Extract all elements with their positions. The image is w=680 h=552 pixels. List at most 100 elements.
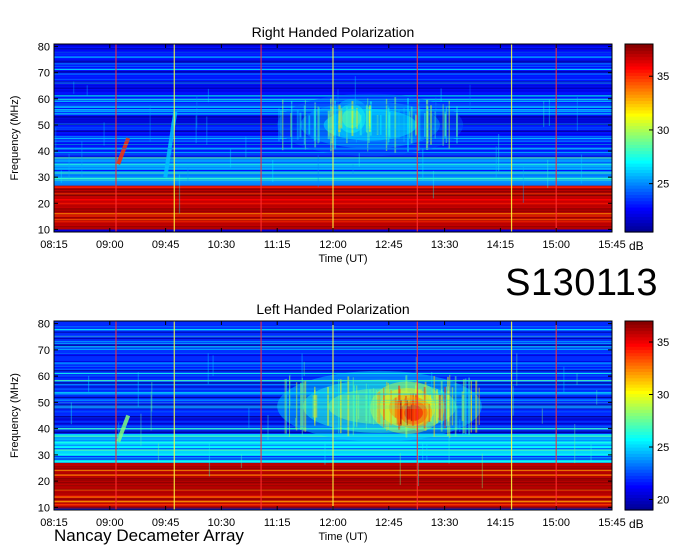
drift-streak	[358, 153, 360, 167]
drift-streak	[426, 443, 428, 462]
y-axis-label: Frequency (MHz)	[9, 96, 21, 181]
emission-striation	[280, 110, 282, 140]
y-tick-label: 50	[38, 120, 50, 132]
y-tick-label: 80	[38, 319, 50, 331]
x-tick-label: 09:45	[152, 239, 180, 251]
y-tick-label: 10	[38, 224, 50, 236]
drift-streak	[240, 453, 243, 468]
emission-striation	[296, 110, 299, 140]
drift-streak	[245, 136, 247, 158]
drift-streak	[481, 453, 483, 489]
colorbar-unit-label: dB	[629, 517, 644, 531]
drift-streak	[68, 153, 70, 179]
emission-striation	[304, 100, 306, 150]
drift-streak	[574, 423, 576, 464]
colorbar: 25 30 35 dB	[624, 43, 669, 253]
y-tick-label: 10	[38, 502, 50, 514]
drift-streak	[207, 88, 210, 103]
drift-streak	[580, 154, 583, 184]
emission-striation	[340, 108, 343, 129]
drift-streak	[522, 165, 525, 203]
drift-streak	[459, 418, 461, 432]
drift-streak	[118, 422, 120, 455]
spectrogram-data	[54, 321, 612, 510]
x-tick-label: 09:00	[96, 239, 124, 251]
drift-streak	[432, 170, 435, 199]
emission-striation	[308, 115, 311, 135]
emission-striation	[385, 98, 388, 151]
x-axis-label: Time (UT)	[318, 253, 367, 265]
y-tick-label: 20	[38, 198, 50, 210]
x-tick-label: 15:00	[542, 239, 570, 251]
drift-streak	[497, 134, 500, 172]
emission-striation	[408, 407, 411, 419]
emission-striation	[444, 111, 447, 139]
emission-striation	[400, 401, 402, 424]
x-tick-label: 14:15	[487, 517, 515, 529]
y-tick-label: 40	[38, 146, 50, 158]
y-tick-label: 60	[38, 371, 50, 383]
emission-striation	[396, 401, 399, 425]
emission-striation	[330, 98, 332, 152]
drift-streak	[301, 353, 303, 388]
drift-streak	[422, 148, 424, 181]
colorbar-tick-label: 25	[657, 179, 669, 191]
emission-striation	[380, 115, 382, 135]
drift-streak	[456, 406, 458, 431]
emission-striation	[448, 100, 450, 150]
x-tick-label: 12:45	[375, 517, 403, 529]
x-tick-label: 15:45	[598, 517, 626, 529]
spectrogram-panel-1: 08:15 09:00 09:45 10:30 11:15 12:00 12:45 13:30…	[9, 24, 669, 265]
drift-streak	[548, 99, 551, 127]
emission-striation	[282, 99, 284, 151]
drift-streak	[469, 84, 471, 111]
emission-striation	[351, 100, 354, 136]
y-axis-label: Frequency (MHz)	[9, 373, 21, 458]
drift-streak	[352, 164, 354, 175]
drift-streak	[60, 170, 62, 183]
drift-streak	[207, 353, 209, 385]
colorbar-tick-label: 30	[657, 390, 669, 402]
drift-streak	[208, 441, 211, 477]
colorbar-tick-label: 35	[657, 71, 669, 83]
drift-streak	[576, 97, 578, 131]
x-tick-label: 15:45	[598, 239, 626, 251]
colorbar-tick-label: 25	[657, 442, 669, 454]
x-tick-label: 15:00	[542, 517, 570, 529]
drift-streak	[295, 417, 297, 430]
drift-streak	[137, 372, 139, 407]
y-tick-label: 50	[38, 397, 50, 409]
drift-streak	[103, 122, 105, 146]
panel-title: Right Handed Polarization	[252, 24, 415, 40]
x-tick-label: 11:15	[264, 239, 291, 251]
drift-streak	[512, 386, 514, 416]
x-tick-label: 12:00	[319, 517, 347, 529]
y-tick-label: 70	[38, 345, 50, 357]
drift-streak	[289, 374, 291, 407]
emission-striation	[299, 112, 302, 138]
x-axis-label: Time (UT)	[318, 531, 367, 543]
drift-streak	[229, 148, 232, 168]
panel-title: Left Handed Polarization	[256, 301, 409, 317]
y-tick-label: 70	[38, 68, 50, 80]
x-tick-label: 08:15	[40, 239, 68, 251]
drift-streak	[248, 408, 250, 428]
drift-streak	[370, 101, 372, 132]
colorbar-tick-label: 30	[657, 125, 669, 137]
observatory-label: Nancay Decameter Array	[54, 526, 244, 545]
drift-streak	[272, 160, 274, 183]
drift-streak	[314, 115, 316, 127]
emission-striation	[408, 111, 411, 139]
drift-streak	[86, 85, 88, 96]
drift-streak	[422, 442, 424, 461]
drift-streak	[547, 159, 549, 188]
emission-striation	[403, 107, 405, 143]
y-tick-label: 80	[38, 42, 50, 54]
emission-striation	[417, 99, 420, 151]
x-tick-label: 10:30	[208, 239, 236, 251]
x-tick-label: 11:15	[264, 517, 291, 529]
x-tick-label: 13:30	[431, 517, 459, 529]
emission-striation	[401, 406, 403, 419]
emission-striation	[356, 107, 358, 129]
x-tick-label: 13:30	[431, 239, 459, 251]
